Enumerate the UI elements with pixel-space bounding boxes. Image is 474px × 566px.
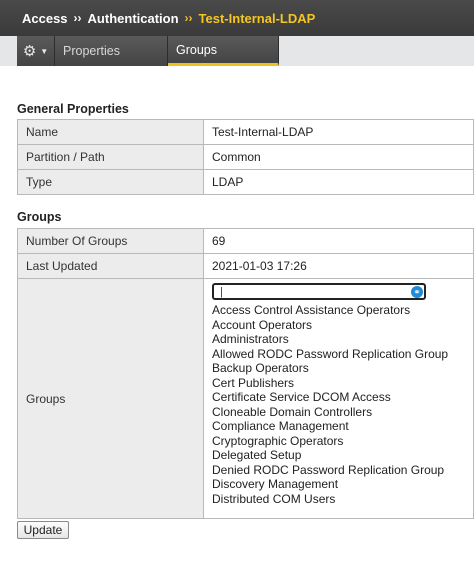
gear-icon: ⚙ <box>22 42 37 60</box>
breadcrumb-access[interactable]: Access <box>22 11 68 26</box>
search-icon[interactable]: ⚭ <box>411 286 423 298</box>
table-row: Groups | ⚭ Access Control Assistance Ope… <box>17 278 474 519</box>
general-properties-table: Name Test-Internal-LDAP Partition / Path… <box>17 119 474 195</box>
list-item[interactable]: Cryptographic Operators <box>212 434 473 449</box>
list-item[interactable]: Administrators <box>212 332 473 347</box>
type-value: LDAP <box>203 169 474 195</box>
last-updated-value: 2021-01-03 17:26 <box>203 253 474 279</box>
table-row: Last Updated 2021-01-03 17:26 <box>17 253 474 279</box>
groups-list-cell: | ⚭ Access Control Assistance Operators … <box>203 278 474 519</box>
name-value: Test-Internal-LDAP <box>203 119 474 145</box>
chevron-down-icon: ▼ <box>40 46 49 56</box>
list-item[interactable]: Backup Operators <box>212 361 473 376</box>
list-item[interactable]: Access Control Assistance Operators <box>212 303 473 318</box>
partition-value: Common <box>203 144 474 170</box>
number-of-groups-value: 69 <box>203 228 474 254</box>
list-item[interactable]: Denied RODC Password Replication Group <box>212 463 473 478</box>
list-item[interactable]: Account Operators <box>212 318 473 333</box>
tab-bar: ⚙ ▼ Properties Groups <box>0 36 474 66</box>
list-item[interactable]: Discovery Management <box>212 477 473 492</box>
breadcrumb-separator: ›› <box>73 11 82 25</box>
list-item[interactable]: Compliance Management <box>212 419 473 434</box>
last-updated-label: Last Updated <box>17 253 204 279</box>
groups-section-title: Groups <box>17 210 62 224</box>
tab-groups[interactable]: Groups <box>168 36 279 66</box>
list-item[interactable]: Delegated Setup <box>212 448 473 463</box>
list-item[interactable]: Cloneable Domain Controllers <box>212 405 473 420</box>
list-item[interactable]: Allowed RODC Password Replication Group <box>212 347 473 362</box>
groups-table: Number Of Groups 69 Last Updated 2021-01… <box>17 228 474 519</box>
group-list[interactable]: Access Control Assistance Operators Acco… <box>212 303 473 506</box>
type-label: Type <box>17 169 204 195</box>
group-search-input[interactable]: | ⚭ <box>212 283 426 300</box>
update-button[interactable]: Update <box>17 521 69 539</box>
name-label: Name <box>17 119 204 145</box>
table-row: Name Test-Internal-LDAP <box>17 119 474 145</box>
table-row: Partition / Path Common <box>17 144 474 170</box>
groups-label: Groups <box>17 278 204 519</box>
list-item[interactable]: Cert Publishers <box>212 376 473 391</box>
table-row: Number Of Groups 69 <box>17 228 474 254</box>
settings-menu-button[interactable]: ⚙ ▼ <box>17 36 55 66</box>
breadcrumb-current: Test-Internal-LDAP <box>198 10 316 26</box>
list-item[interactable]: Distributed COM Users <box>212 492 473 507</box>
text-cursor: | <box>220 286 223 298</box>
table-row: Type LDAP <box>17 169 474 195</box>
tab-properties[interactable]: Properties <box>55 36 168 66</box>
list-item[interactable]: Certificate Service DCOM Access <box>212 390 473 405</box>
partition-label: Partition / Path <box>17 144 204 170</box>
breadcrumb-authentication[interactable]: Authentication <box>88 11 179 26</box>
breadcrumb: Access ›› Authentication ›› Test-Interna… <box>0 0 474 36</box>
breadcrumb-separator: ›› <box>184 11 193 25</box>
general-properties-title: General Properties <box>17 102 129 116</box>
number-of-groups-label: Number Of Groups <box>17 228 204 254</box>
